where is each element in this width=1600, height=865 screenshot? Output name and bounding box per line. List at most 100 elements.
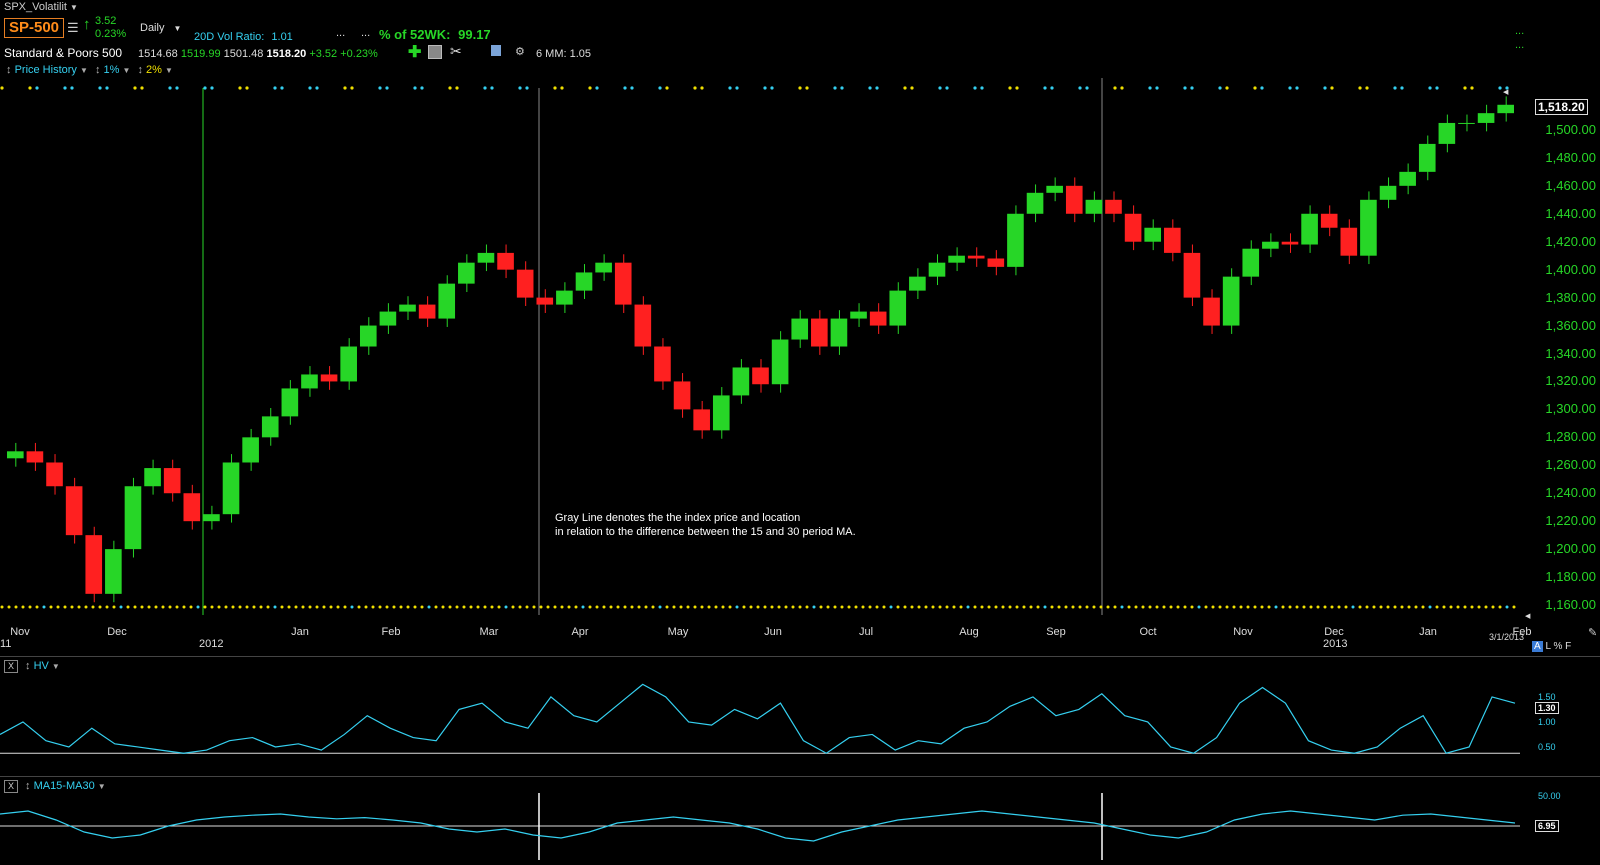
scale-auto-button[interactable]: A (1532, 641, 1543, 652)
signal-dot (1106, 605, 1110, 609)
signal-dot (308, 86, 312, 90)
candle-body (1379, 185, 1397, 200)
scale-fit-button[interactable]: F (1565, 641, 1571, 652)
signal-dot (112, 605, 116, 609)
signal-dot (840, 605, 844, 609)
close-hv-button[interactable]: X (4, 660, 18, 673)
signal-dot (595, 86, 599, 90)
signal-dot (1085, 605, 1089, 609)
candle-body (1203, 297, 1220, 326)
signal-dot (238, 86, 242, 90)
scale-pct-button[interactable]: % (1553, 641, 1562, 652)
signal-dot (1134, 605, 1138, 609)
candle-body (242, 437, 259, 463)
signal-dot (1148, 605, 1152, 609)
signal-dot (399, 605, 403, 609)
signal-dot (1330, 86, 1334, 90)
month-label: Nov (10, 626, 30, 638)
signal-dot (1008, 605, 1012, 609)
signal-dot (1421, 605, 1425, 609)
signal-dot (140, 86, 144, 90)
signal-dot (1001, 605, 1005, 609)
signal-dot (1428, 605, 1432, 609)
signal-dot (532, 605, 536, 609)
signal-dot (672, 605, 676, 609)
signal-dot (945, 86, 949, 90)
signal-dot (77, 605, 81, 609)
signal-dot (1043, 86, 1047, 90)
candle-body (1222, 276, 1240, 326)
candle-body (477, 252, 495, 263)
signal-dot (553, 86, 557, 90)
signal-dot (336, 605, 340, 609)
signal-dot (1190, 86, 1194, 90)
price-tick: 1,380.00 (1545, 289, 1596, 305)
signal-dot (854, 605, 858, 609)
signal-dot (35, 86, 39, 90)
candle-body (987, 258, 1005, 267)
signal-dot (1365, 605, 1369, 609)
month-label: Oct (1139, 626, 1157, 638)
signal-dot (1323, 605, 1327, 609)
price-tick: 1,440.00 (1545, 205, 1596, 221)
up-triangle-icon: ◀ (1503, 89, 1509, 96)
signal-dot (448, 86, 452, 90)
signal-dot (364, 605, 368, 609)
signal-dot (133, 605, 137, 609)
signal-dot (798, 86, 802, 90)
signal-dot (1435, 86, 1439, 90)
scale-log-button[interactable]: L (1545, 641, 1550, 652)
signal-dot (1078, 605, 1082, 609)
signal-dot (931, 605, 935, 609)
signal-dot (217, 605, 221, 609)
signal-dot (1400, 86, 1404, 90)
signal-dot (994, 605, 998, 609)
signal-dot (1008, 86, 1012, 90)
price-tick: 1,260.00 (1545, 457, 1596, 473)
hv-panel-header[interactable]: ↕ HV ▼ (25, 660, 60, 672)
signal-dot (1491, 605, 1495, 609)
hv-last-value: 1.30 (1535, 702, 1559, 714)
candle-body (1438, 122, 1456, 144)
price-chart[interactable] (0, 0, 1600, 865)
signal-dot (1463, 86, 1467, 90)
signal-dot (14, 605, 18, 609)
signal-dot (0, 86, 4, 90)
signal-dot (700, 605, 704, 609)
signal-dot (1253, 86, 1257, 90)
month-label: Mar (479, 626, 499, 638)
signal-dot (1253, 605, 1257, 609)
signal-dot (525, 605, 529, 609)
signal-dot (231, 605, 235, 609)
signal-dot (1183, 86, 1187, 90)
signal-dot (259, 605, 263, 609)
year-label-2013: 2013 (1323, 638, 1348, 650)
signal-dot (91, 605, 95, 609)
signal-dot (714, 605, 718, 609)
signal-dot (1358, 605, 1362, 609)
candle-body (752, 367, 769, 385)
candle-body (771, 339, 789, 385)
signal-dot (1155, 86, 1159, 90)
close-ma-button[interactable]: X (4, 780, 18, 793)
signal-dot (1162, 605, 1166, 609)
signal-dot (105, 86, 109, 90)
updown-icon: ↕ (25, 780, 31, 792)
candle-body (222, 462, 240, 515)
month-label: Aug (959, 626, 979, 638)
signal-dot (1267, 605, 1271, 609)
signal-dot (1169, 605, 1173, 609)
month-label: Jan (291, 626, 309, 638)
signal-dot (189, 605, 193, 609)
ma-panel-header[interactable]: ↕ MA15-MA30 ▼ (25, 780, 106, 792)
signal-dot (1512, 605, 1516, 609)
signal-dot (945, 605, 949, 609)
signal-dot (84, 605, 88, 609)
signal-dot (805, 86, 809, 90)
candle-body (1340, 227, 1358, 256)
signal-dot (21, 605, 25, 609)
signal-dot (301, 605, 305, 609)
candle-body (183, 493, 201, 522)
ma-label: MA15-MA30 (33, 780, 95, 792)
pencil-icon[interactable]: ✎ (1588, 626, 1597, 639)
